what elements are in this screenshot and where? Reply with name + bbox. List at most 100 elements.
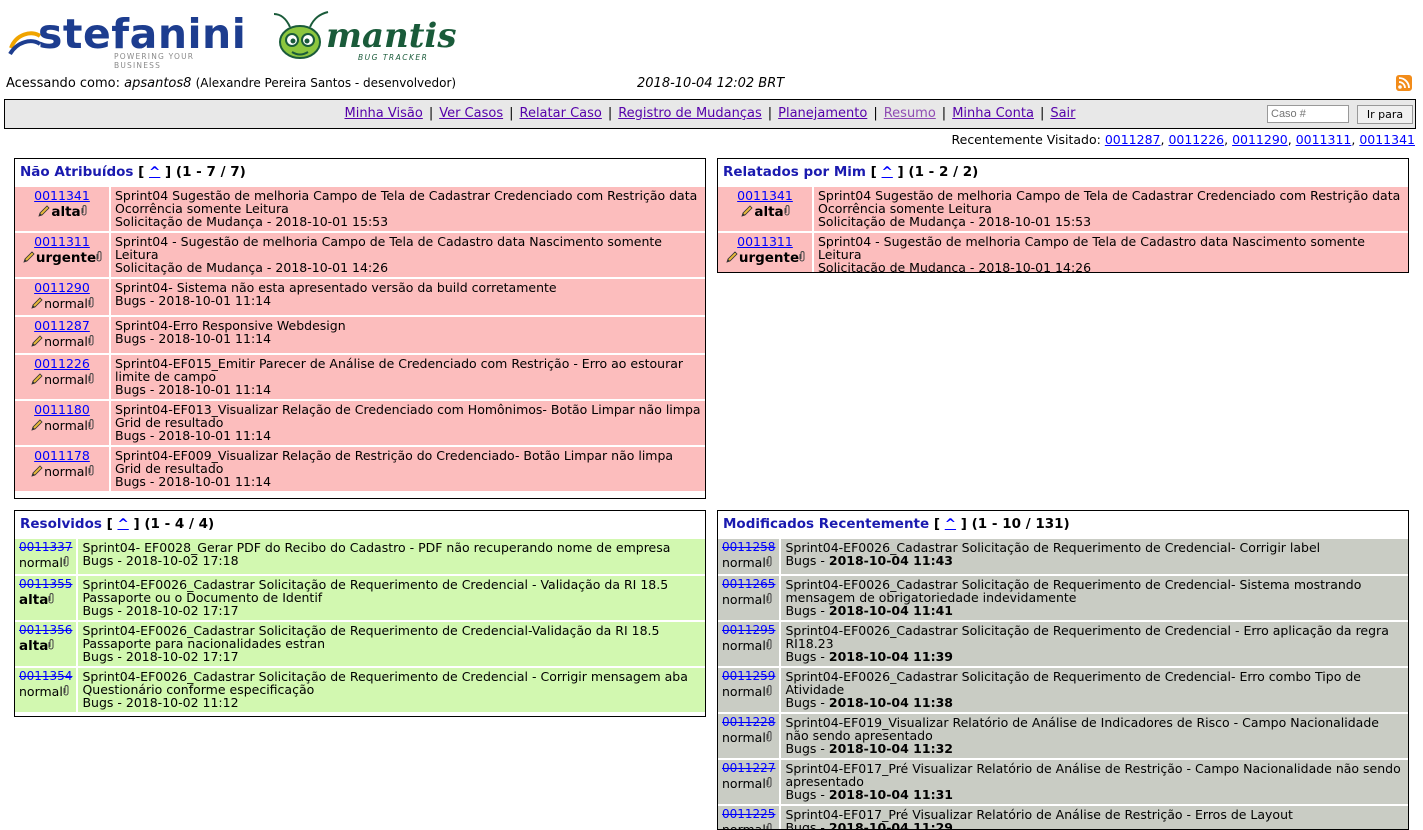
main-menu: Minha Visão | Ver Casos | Relatar Caso | Regis… [5,106,1415,121]
bug-summary-cell: Sprint04 - Sugestão de melhoria Campo de… [813,231,1408,272]
bug-category: Bugs [785,820,817,830]
box-title-link[interactable]: Modificados Recentemente [723,516,929,532]
box-title-link[interactable]: Relatados por Mim [723,164,866,180]
bug-id-link[interactable]: 0011290 [34,280,90,295]
recently-visited: Recentemente Visitado: 0011287, 0011226,… [951,132,1416,147]
bug-last-updated: 2018-10-04 11:43 [828,553,953,568]
bug-id-link[interactable]: 0011265 [722,577,775,591]
bug-summary: Sprint04 - Sugestão de melhoria Campo de… [115,234,662,262]
bug-id-link[interactable]: 0011259 [722,669,775,683]
edit-pencil-icon[interactable] [30,464,44,479]
stefanini-swirl-icon [8,31,42,56]
priority-label: normal [722,730,766,745]
mantis-bug-icon [273,11,329,59]
recent-link[interactable]: 0011341 [1359,132,1415,147]
menu-sair[interactable]: Sair [1050,106,1075,121]
bug-id-link[interactable]: 0011225 [722,807,775,821]
box-title-link[interactable]: Não Atribuídos [20,164,133,180]
bug-id-link[interactable]: 0011341 [737,188,793,203]
bug-category: Bugs [785,553,817,568]
bug-id-cell: 0011311 urgente [718,231,814,272]
box-caret-link[interactable]: ^ [117,516,128,532]
bug-id-link[interactable]: 0011228 [722,715,775,729]
bug-id-link[interactable]: 0011180 [34,402,90,417]
recent-link[interactable]: 0011290 [1232,132,1288,147]
recently-visited-label: Recentemente Visitado: [951,132,1101,147]
bug-id-link[interactable]: 0011337 [19,540,72,554]
menu-registro-de-mudancas[interactable]: Registro de Mudanças [618,106,762,121]
bug-last-updated: 2018-10-04 11:38 [828,695,953,710]
edit-pencil-icon[interactable] [740,204,754,219]
box-title: Resolvidos [ ^ ] (1 - 4 / 4) [20,516,215,532]
box-count: (1 - 4 / 4) [144,516,215,532]
attachment-icon [766,685,772,699]
bug-category: Bugs [785,649,817,664]
bug-summary-cell: Sprint04- EF0028_Gerar PDF do Recibo do … [77,537,705,575]
menu-minha-conta[interactable]: Minha Conta [952,106,1034,121]
bug-summary-cell: Sprint04-Erro Responsive Webdesign Bugs -… [110,315,705,354]
priority-indicator: normal [30,334,94,350]
bug-id-link[interactable]: 0011226 [34,356,90,371]
bug-id-link[interactable]: 0011356 [19,623,72,637]
menu-minha-visao[interactable]: Minha Visão [344,106,422,121]
priority-label: normal [722,684,766,699]
attachment-icon [63,685,69,699]
bug-id-link[interactable]: 0011341 [34,188,90,203]
bug-id-cell: 0011287 normal [15,315,111,354]
recent-link[interactable]: 0011311 [1296,132,1352,147]
bug-id-link[interactable]: 0011287 [34,318,90,333]
bug-id-link[interactable]: 0011354 [19,669,72,683]
bug-id-link[interactable]: 0011311 [737,234,793,249]
bug-id-link[interactable]: 0011258 [722,540,775,554]
bug-table: 0011341 alta Sprint04 Sugestão de melhoria… [718,185,1408,272]
box-caret-link[interactable]: ^ [945,516,956,532]
jump-to-bug-button[interactable]: Ir para [1357,105,1413,124]
box-caret-link[interactable]: ^ [149,164,160,180]
menu-resumo[interactable]: Resumo [884,106,936,121]
mantis-wordmark: mantis [326,16,457,56]
jump-to-bug-input[interactable] [1267,105,1349,123]
bug-id-link[interactable]: 0011295 [722,623,775,637]
bug-last-updated: 2018-10-04 11:32 [828,741,953,756]
edit-pencil-icon[interactable] [37,204,51,219]
bug-id-cell: 0011311 urgente [15,231,111,278]
recent-link[interactable]: 0011226 [1168,132,1224,147]
bug-category: Bugs [115,428,146,443]
edit-pencil-icon[interactable] [30,372,44,387]
bug-summary-cell: Sprint04-EF019_Visualizar Relatório de A… [780,712,1408,759]
bug-summary: Sprint04 Sugestão de melhoria Campo de T… [115,188,698,216]
edit-pencil-icon[interactable] [22,250,36,265]
bug-id-link[interactable]: 0011227 [722,761,775,775]
priority-label: normal [44,418,88,433]
priority-indicator: urgente [22,250,102,266]
bug-id-link[interactable]: 0011178 [34,448,90,463]
menu-relatar-caso[interactable]: Relatar Caso [520,106,602,121]
bug-row: 0011287 normal Sprint04-Erro Responsive We… [15,315,705,354]
menu-ver-casos[interactable]: Ver Casos [439,106,503,121]
category-date-separator: - [262,260,276,275]
rss-icon[interactable] [1396,75,1412,91]
bug-summary: Sprint04-EF0026_Cadastrar Solicitação de… [82,669,688,697]
bug-category: Bugs [785,787,817,802]
menu-planejamento[interactable]: Planejamento [778,106,867,121]
bug-row: 0011337 normal Sprint04- EF0028_Gerar PDF … [15,537,705,575]
box-title-link[interactable]: Resolvidos [20,516,102,532]
recent-link[interactable]: 0011287 [1105,132,1161,147]
priority-indicator: normal [30,464,94,480]
edit-pencil-icon[interactable] [30,296,44,311]
bug-id-link[interactable]: 0011311 [34,234,90,249]
login-info: Acessando como: apsantos8 (Alexandre Per… [6,76,456,91]
bug-category: Bugs [115,382,146,397]
edit-pencil-icon[interactable] [725,250,739,265]
edit-pencil-icon[interactable] [30,418,44,433]
category-date-separator: - [816,741,829,756]
category-date-separator: - [113,695,126,710]
category-date-separator: - [816,787,829,802]
attachment-icon [766,823,772,829]
bug-row: 0011259 normal Sprint04-EF0026_Cadastrar S… [718,666,1408,713]
bug-row: 0011227 normal Sprint04-EF017_Pré Visualiz… [718,758,1408,805]
priority-indicator: normal [722,639,772,654]
box-caret-link[interactable]: ^ [882,164,893,180]
bug-id-link[interactable]: 0011355 [19,577,72,591]
edit-pencil-icon[interactable] [30,334,44,349]
